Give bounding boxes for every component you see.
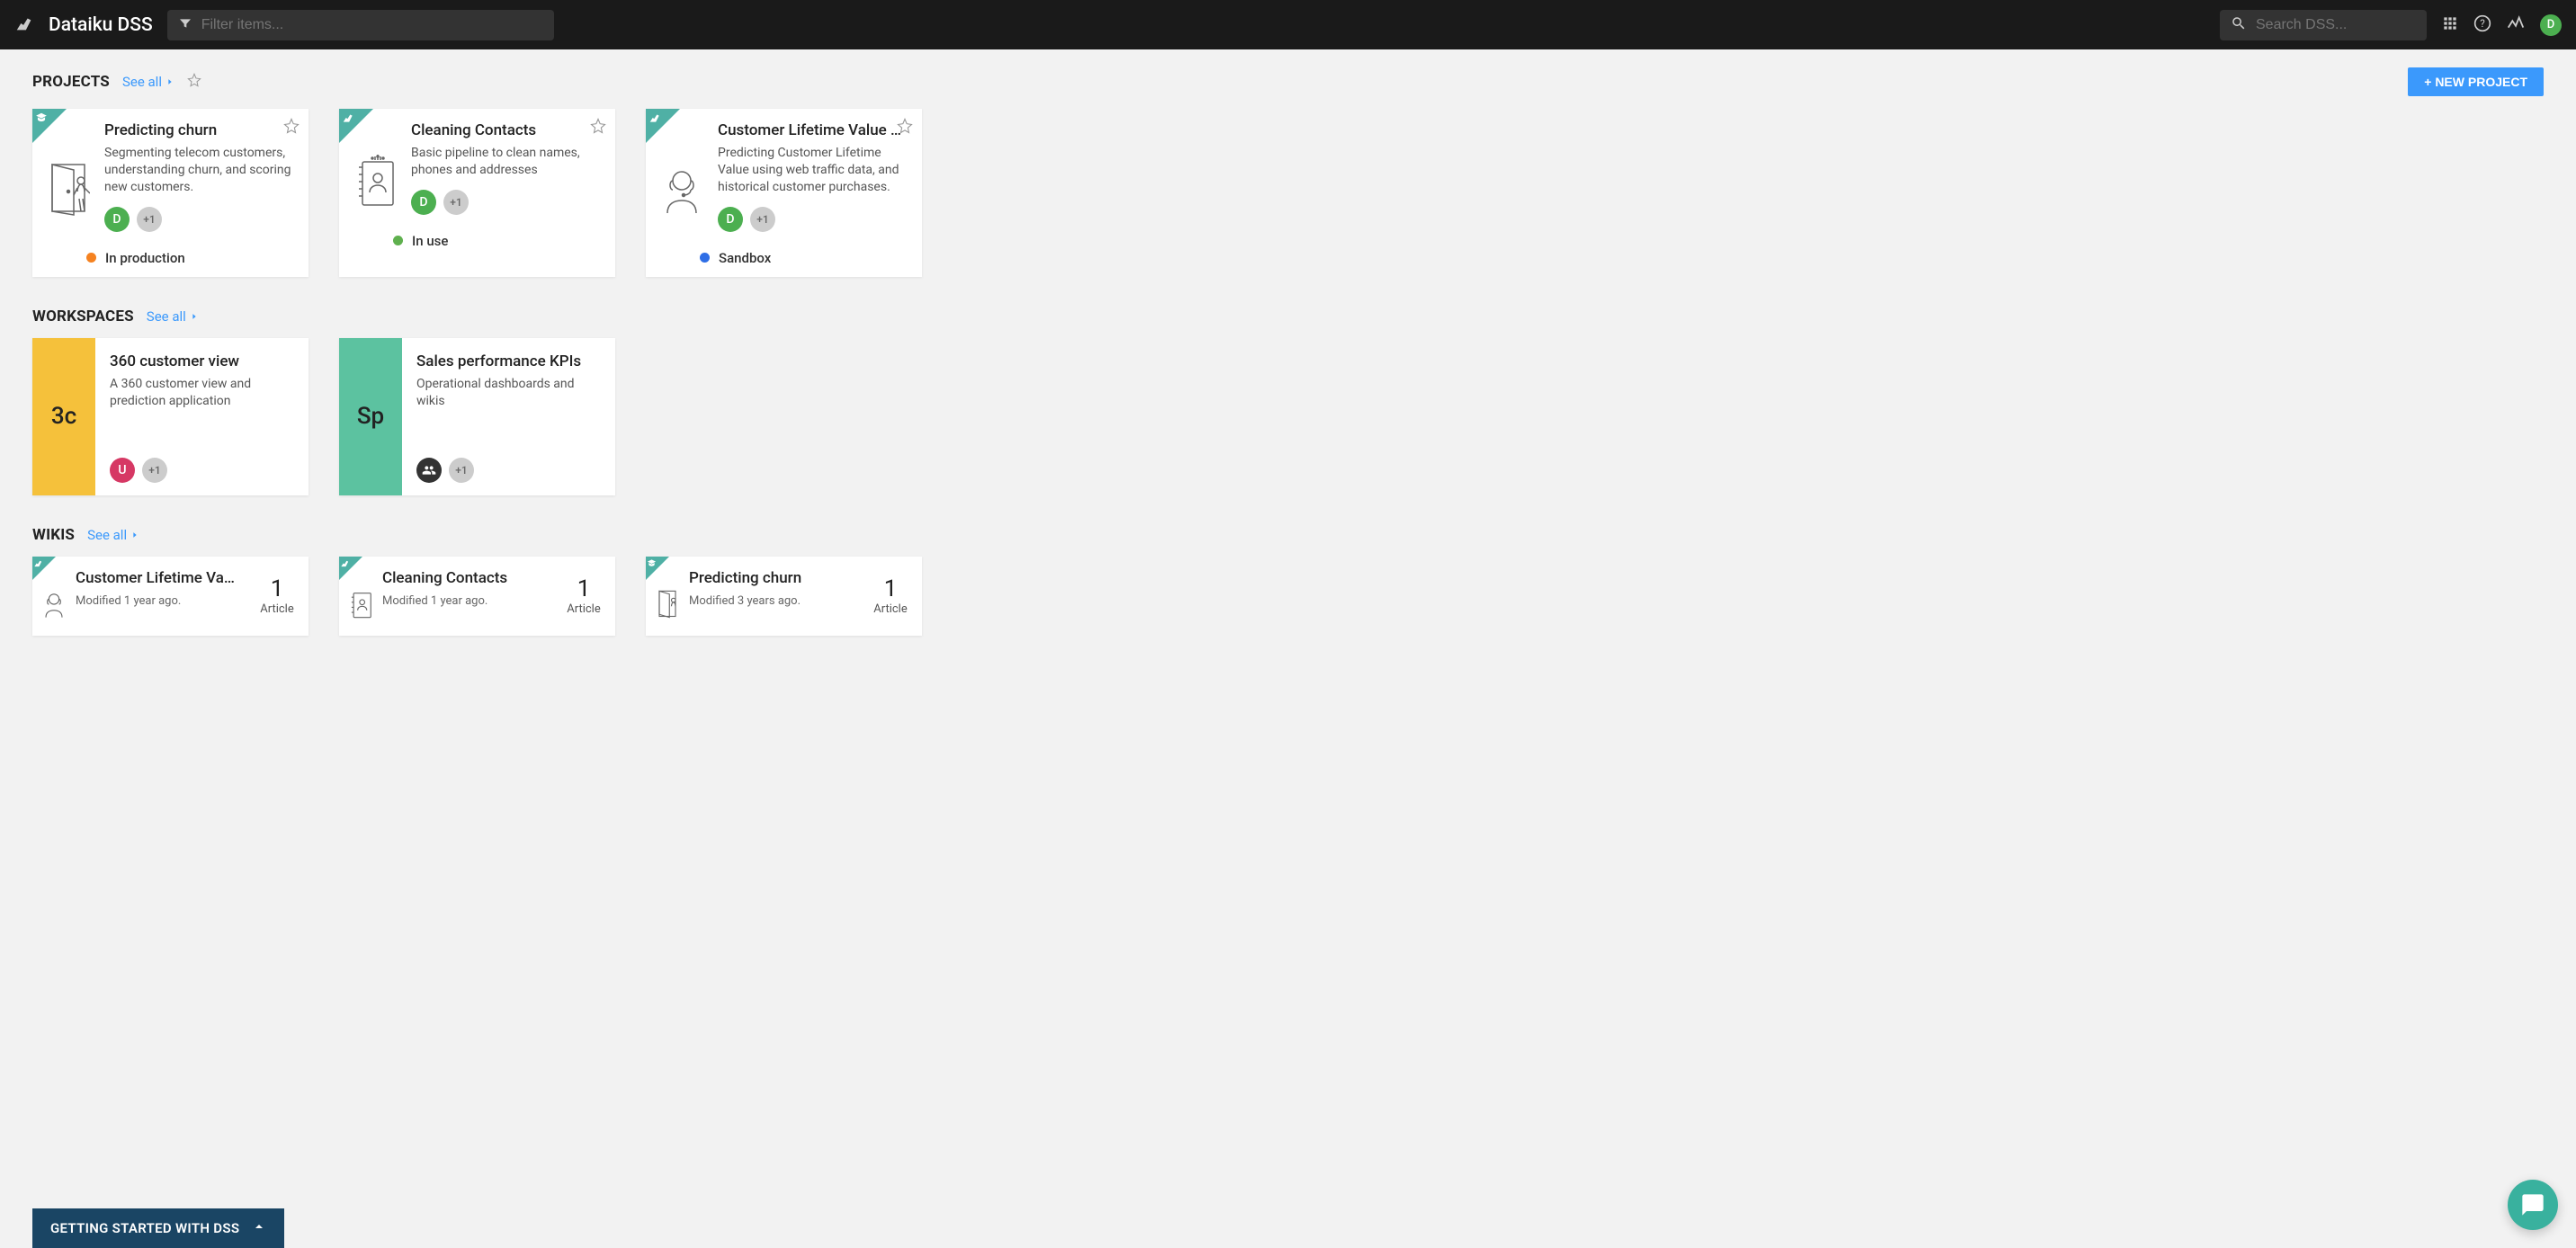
avatar: U <box>110 458 135 483</box>
grad-cap-icon <box>647 557 657 572</box>
avatar-more: +1 <box>137 207 162 232</box>
workspaces-section-head: WORKSPACES See all <box>32 308 2544 325</box>
wiki-count-label: Article <box>260 602 293 616</box>
avatar: D <box>411 190 436 215</box>
workspace-tile: 3c <box>32 338 95 495</box>
bird-icon <box>33 557 43 572</box>
project-title: Cleaning Contacts <box>411 121 601 139</box>
search-input[interactable] <box>2256 17 2442 33</box>
chevron-up-icon <box>252 1219 266 1237</box>
wiki-card[interactable]: Cleaning Contacts Modified 1 year ago. 1… <box>339 557 615 636</box>
project-desc: Basic pipeline to clean names, phones an… <box>411 145 601 179</box>
wiki-count: 1 <box>271 575 284 602</box>
wikis-see-all[interactable]: See all <box>87 527 139 543</box>
projects-row: Predicting churn Segmenting telecom cust… <box>32 109 2544 277</box>
svg-text:?: ? <box>2480 17 2485 30</box>
filter-input[interactable] <box>201 17 543 33</box>
project-card[interactable]: Predicting churn Segmenting telecom cust… <box>32 109 309 277</box>
wikis-row: Customer Lifetime Va… Modified 1 year ag… <box>32 557 2544 636</box>
avatar-more: +1 <box>750 207 775 232</box>
bird-icon <box>340 557 350 572</box>
status-dot-icon <box>393 236 403 245</box>
wiki-card[interactable]: Predicting churn Modified 3 years ago. 1… <box>646 557 922 636</box>
project-status: Sandbox <box>719 250 771 266</box>
workspaces-title: WORKSPACES <box>32 308 134 325</box>
activity-icon[interactable] <box>2506 13 2526 37</box>
project-title: Predicting churn <box>104 121 294 139</box>
wiki-count-label: Article <box>567 602 600 616</box>
wiki-count: 1 <box>577 575 591 602</box>
project-desc: Predicting Customer Lifetime Value using… <box>718 145 908 196</box>
filter-box[interactable] <box>167 10 554 40</box>
avatar-more: +1 <box>142 458 167 483</box>
logo-bird-icon[interactable] <box>14 13 34 37</box>
new-project-button[interactable]: + NEW PROJECT <box>2408 67 2544 96</box>
wikis-section-head: WIKIS See all <box>32 526 2544 544</box>
wiki-count: 1 <box>884 575 898 602</box>
wikis-title: WIKIS <box>32 526 75 544</box>
star-section-icon[interactable] <box>187 73 201 91</box>
apps-icon[interactable] <box>2441 14 2459 36</box>
wiki-modified: Modified 1 year ago. <box>382 594 554 608</box>
workspace-desc: Operational dashboards and wikis <box>416 376 601 449</box>
status-dot-icon <box>700 253 710 263</box>
help-icon[interactable]: ? <box>2473 14 2491 36</box>
bird-icon <box>342 111 354 128</box>
star-icon[interactable] <box>590 118 606 138</box>
workspace-card[interactable]: Sp Sales performance KPIs Operational da… <box>339 338 615 495</box>
avatar: D <box>718 207 743 232</box>
project-desc: Segmenting telecom customers, understand… <box>104 145 294 196</box>
chat-bubble-button[interactable] <box>2508 1180 2558 1230</box>
wiki-title: Cleaning Contacts <box>382 569 554 587</box>
wiki-count-label: Article <box>873 602 907 616</box>
search-box[interactable] <box>2220 10 2427 40</box>
wiki-modified: Modified 3 years ago. <box>689 594 861 608</box>
projects-see-all[interactable]: See all <box>122 74 174 90</box>
wiki-title: Customer Lifetime Va… <box>76 569 247 587</box>
bird-icon <box>648 111 661 128</box>
wiki-title: Predicting churn <box>689 569 861 587</box>
star-icon[interactable] <box>897 118 913 138</box>
workspace-desc: A 360 customer view and prediction appli… <box>110 376 294 449</box>
filter-icon <box>178 16 192 34</box>
getting-started-bar[interactable]: GETTING STARTED WITH DSS <box>32 1208 284 1248</box>
status-dot-icon <box>86 253 96 263</box>
star-icon[interactable] <box>283 118 300 138</box>
workspace-title: 360 customer view <box>110 352 294 370</box>
workspaces-see-all[interactable]: See all <box>147 308 199 325</box>
grad-cap-icon <box>35 111 48 128</box>
projects-section-head: PROJECTS See all + NEW PROJECT <box>32 67 2544 96</box>
workspace-tile: Sp <box>339 338 402 495</box>
app-title: Dataiku DSS <box>49 14 153 36</box>
projects-title: PROJECTS <box>32 73 110 91</box>
project-title: Customer Lifetime Value … <box>718 121 908 139</box>
group-avatar-icon <box>416 458 442 483</box>
wiki-modified: Modified 1 year ago. <box>76 594 247 608</box>
avatar: D <box>104 207 130 232</box>
user-avatar[interactable]: D <box>2540 14 2562 36</box>
avatar-more: +1 <box>443 190 469 215</box>
project-status: In use <box>412 233 448 249</box>
project-status: In production <box>105 250 185 266</box>
search-icon <box>2231 15 2247 35</box>
workspace-title: Sales performance KPIs <box>416 352 601 370</box>
workspace-card[interactable]: 3c 360 customer view A 360 customer view… <box>32 338 309 495</box>
project-card[interactable]: Customer Lifetime Value … Predicting Cus… <box>646 109 922 277</box>
project-card[interactable]: Cleaning Contacts Basic pipeline to clea… <box>339 109 615 277</box>
getting-started-label: GETTING STARTED WITH DSS <box>50 1220 239 1236</box>
wiki-card[interactable]: Customer Lifetime Va… Modified 1 year ag… <box>32 557 309 636</box>
topbar: Dataiku DSS ? D <box>0 0 2576 49</box>
avatar-more: +1 <box>449 458 474 483</box>
workspaces-row: 3c 360 customer view A 360 customer view… <box>32 338 2544 495</box>
